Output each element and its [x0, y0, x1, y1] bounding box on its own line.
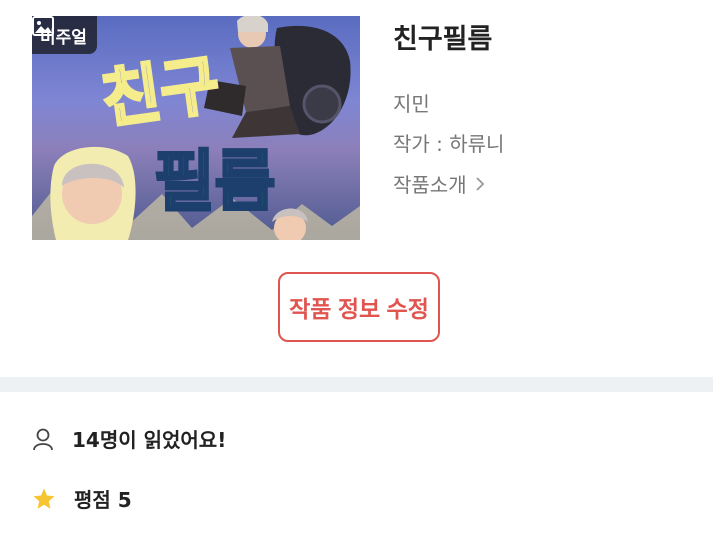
person-icon [33, 428, 53, 450]
image-icon [32, 16, 54, 36]
svg-text:필름: 필름 [154, 143, 275, 220]
cover-image[interactable]: 친구 필름 비주얼 [32, 16, 360, 240]
svg-text:친구: 친구 [97, 48, 224, 138]
work-intro-link[interactable]: 작품소개 [393, 169, 485, 198]
work-subtitle: 지민 [393, 92, 430, 116]
work-title: 친구필름 [393, 24, 493, 55]
work-intro-label: 작품소개 [393, 173, 467, 197]
section-divider [0, 377, 713, 392]
work-info: 친구필름 지민 작가 : 하류니 작품소개 [393, 16, 693, 197]
work-detail-page: 친구 필름 비주얼 친구필름 지민 작가 : 하류니 작품소개 작품 정보 수정 [0, 0, 713, 535]
readers-label: 14명이 읽었어요! [72, 428, 227, 452]
edit-work-info-button[interactable]: 작품 정보 수정 [278, 272, 440, 342]
readers-count: 14명이 읽었어요! [32, 424, 226, 453]
visual-badge: 비주얼 [32, 16, 97, 54]
chevron-right-icon [475, 176, 484, 191]
rating-label: 평점 5 [74, 488, 132, 512]
star-icon [33, 488, 55, 509]
rating: 평점 5 [32, 484, 132, 513]
work-author: 작가 : 하류니 [393, 132, 505, 156]
